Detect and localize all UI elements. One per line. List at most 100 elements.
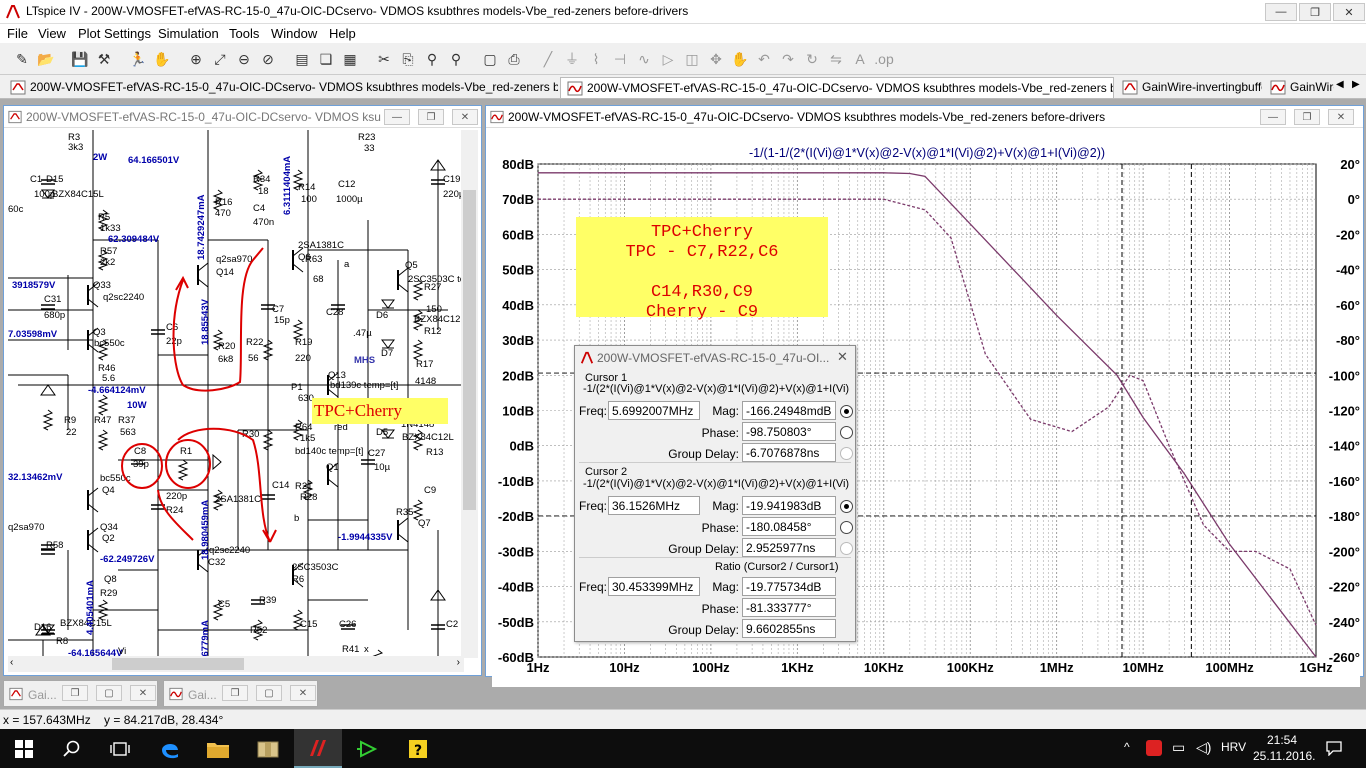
windows-start-icon[interactable] (0, 729, 48, 768)
move-icon[interactable]: ✥ (706, 49, 726, 69)
schematic-horizontal-scrollbar[interactable]: ‹ › (8, 656, 464, 672)
text-icon[interactable]: A (850, 49, 870, 69)
menu-plot-settings[interactable]: Plot Settings (78, 26, 151, 41)
simulator-app-icon[interactable] (344, 729, 392, 768)
volume-icon[interactable]: ◁) (1196, 739, 1211, 756)
tile-icon[interactable]: ▦ (340, 49, 360, 69)
clock-date[interactable]: 25.11.2016. (1253, 749, 1316, 763)
input-language[interactable]: HRV (1221, 740, 1246, 754)
draw-wire-icon[interactable]: ╱ (538, 49, 558, 69)
tile-horizontal-icon[interactable]: ▤ (292, 49, 312, 69)
tray-chevron-up-icon[interactable]: ^ (1124, 740, 1130, 754)
cursor2-group-delay-radio[interactable] (840, 542, 853, 555)
rotate-icon[interactable]: ↻ (802, 49, 822, 69)
spice-directive-icon[interactable]: .op (874, 49, 894, 69)
schematic-vertical-scrollbar[interactable] (461, 130, 478, 658)
menu-view[interactable]: View (38, 26, 66, 41)
component-icon[interactable]: ◫ (682, 49, 702, 69)
tab-schematic-main[interactable]: 200W-VMOSFET-efVAS-RC-15-0_47u-OIC-DCser… (4, 77, 558, 98)
minimized-maximize-button[interactable]: ▢ (96, 685, 122, 701)
open-schematic-icon[interactable]: ✎ (12, 49, 32, 69)
binoculars-icon[interactable]: ⚲ (446, 49, 466, 69)
file-explorer-icon[interactable] (194, 729, 242, 768)
menu-window[interactable]: Window (271, 26, 317, 41)
settings-hammer-icon[interactable]: ⚒ (94, 49, 114, 69)
tab-gainwire-invertingbuffer[interactable]: GainWire-invertingbuffer (1116, 77, 1262, 98)
save-icon[interactable]: 💾 (70, 49, 90, 69)
trace-expression[interactable]: -1/(1-1/(2*(I(Vi)@1*V(x)@2-V(x)@1*I(Vi)@… (749, 146, 1105, 160)
schematic-label: 563 (120, 427, 136, 438)
inductor-icon[interactable]: ∿ (634, 49, 654, 69)
close-button[interactable]: ✕ (1333, 3, 1365, 21)
menu-help[interactable]: Help (329, 26, 356, 41)
tab-scroll-right-icon[interactable]: ▶ (1352, 79, 1360, 90)
schematic-minimize-button[interactable]: — (384, 109, 410, 125)
action-center-icon[interactable] (1326, 740, 1342, 756)
ground-icon[interactable]: ⏚ (562, 49, 582, 69)
tray-app-icon[interactable] (1146, 740, 1162, 756)
waveform-restore-button[interactable]: ❐ (1294, 109, 1320, 125)
cursor2-mag-radio[interactable] (840, 500, 853, 513)
menu-simulation[interactable]: Simulation (158, 26, 219, 41)
diode-icon[interactable]: ▷ (658, 49, 678, 69)
cascade-icon[interactable]: ❏ (316, 49, 336, 69)
schematic-canvas[interactable]: R3 3k3 2W 64.166501V R23 33 C1 D15 100p BZX84C15L… (8, 130, 464, 658)
minimized-close-button[interactable]: ✕ (130, 685, 156, 701)
minimized-window-2[interactable]: Gai... ❐ ▢ ✕ (163, 680, 318, 707)
copy-icon[interactable]: ⎘ (398, 49, 418, 69)
zoom-cancel-icon[interactable]: ⊘ (258, 49, 278, 69)
capacitor-icon[interactable]: ⊣ (610, 49, 630, 69)
ltspice-taskbar-icon[interactable] (294, 729, 342, 768)
zoom-out-icon[interactable]: ⊖ (234, 49, 254, 69)
minimized-restore-button[interactable]: ❐ (222, 685, 248, 701)
tab-gainwire-waveform[interactable]: GainWire (1264, 77, 1334, 98)
restore-button[interactable]: ❐ (1299, 3, 1331, 21)
cursor2-freq-field[interactable]: 36.1526MHz (608, 496, 700, 515)
edge-browser-icon[interactable] (146, 729, 194, 768)
help-app-icon[interactable]: ? (394, 729, 442, 768)
clock-time[interactable]: 21:54 (1267, 733, 1297, 747)
cursor1-freq-field[interactable]: 5.6992007MHz (608, 401, 700, 420)
scroll-left-icon[interactable]: ‹ (10, 657, 13, 668)
archive-app-icon[interactable] (244, 729, 292, 768)
scroll-thumb[interactable] (112, 658, 244, 670)
cursor1-phase-radio[interactable] (840, 426, 853, 439)
cursor1-group-delay-radio[interactable] (840, 447, 853, 460)
resistor-icon[interactable]: ⌇ (586, 49, 606, 69)
zoom-fit-icon[interactable]: ⤢ (210, 49, 230, 69)
scroll-thumb[interactable] (463, 190, 476, 510)
menu-tools[interactable]: Tools (229, 26, 259, 41)
run-icon[interactable]: 🏃 (128, 49, 148, 69)
drag-icon[interactable]: ✋ (730, 49, 750, 69)
print-preview-icon[interactable]: ▢ (480, 49, 500, 69)
schematic-restore-button[interactable]: ❐ (418, 109, 444, 125)
open-file-icon[interactable]: 📂 (36, 49, 56, 69)
minimized-maximize-button[interactable]: ▢ (256, 685, 282, 701)
schematic-close-button[interactable]: ✕ (452, 109, 478, 125)
minimized-close-button[interactable]: ✕ (290, 685, 316, 701)
zoom-in-icon[interactable]: ⊕ (186, 49, 206, 69)
cursor2-phase-radio[interactable] (840, 521, 853, 534)
tab-scroll-left-icon[interactable]: ◀ (1336, 79, 1344, 90)
tab-waveform-main[interactable]: 200W-VMOSFET-efVAS-RC-15-0_47u-OIC-DCser… (560, 77, 1114, 98)
cursor1-mag-radio[interactable] (840, 405, 853, 418)
minimized-restore-button[interactable]: ❐ (62, 685, 88, 701)
find-binoculars-icon[interactable]: ⚲ (422, 49, 442, 69)
waveform-minimize-button[interactable]: — (1260, 109, 1286, 125)
print-icon[interactable]: ⎙ (504, 49, 524, 69)
cursor-dialog-close-icon[interactable]: ✕ (837, 349, 848, 365)
halt-hand-icon[interactable]: ✋ (152, 49, 172, 69)
network-icon[interactable]: ▭ (1172, 739, 1185, 756)
x-tick-label: 100KHz (947, 660, 994, 675)
menu-file[interactable]: File (7, 26, 28, 41)
minimized-window-1[interactable]: Gai... ❐ ▢ ✕ (3, 680, 158, 707)
task-view-icon[interactable] (96, 729, 144, 768)
mirror-icon[interactable]: ⇋ (826, 49, 846, 69)
redo-icon[interactable]: ↷ (778, 49, 798, 69)
minimize-button[interactable]: — (1265, 3, 1297, 21)
waveform-close-button[interactable]: ✕ (1328, 109, 1354, 125)
cut-icon[interactable]: ✂ (374, 49, 394, 69)
search-icon[interactable] (48, 729, 96, 768)
scroll-right-icon[interactable]: › (457, 657, 460, 668)
undo-icon[interactable]: ↶ (754, 49, 774, 69)
